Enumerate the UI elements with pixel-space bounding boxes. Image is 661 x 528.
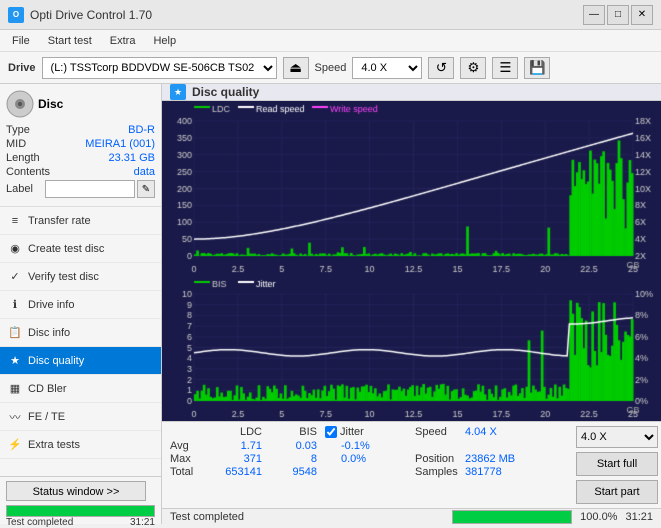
status-time: 31:21	[130, 517, 155, 528]
menu-help[interactable]: Help	[145, 33, 184, 49]
extra-tests-icon: ⚡	[8, 438, 22, 452]
label-edit-button[interactable]: ✎	[137, 180, 155, 198]
disc-info-icon: 📋	[8, 326, 22, 340]
disc-title: Disc	[38, 97, 63, 111]
col-ldc: LDC	[212, 426, 270, 438]
settings-button[interactable]: ⚙	[460, 57, 486, 79]
start-part-button[interactable]: Start part	[576, 480, 658, 504]
refresh-button[interactable]: ↺	[428, 57, 454, 79]
content-header: ★ Disc quality	[162, 84, 661, 101]
samples-value: 381778	[465, 466, 502, 478]
avg-ldc: 1.71	[212, 440, 270, 452]
start-full-button[interactable]: Start full	[576, 452, 658, 476]
position-value: 23862 MB	[465, 453, 515, 465]
action-buttons: 4.0 X 2.0 X 1.0 X 8.0 X Start full Start…	[573, 422, 661, 508]
nav-disc-info[interactable]: 📋 Disc info	[0, 319, 161, 347]
avg-bis: 0.03	[270, 440, 325, 452]
save-button[interactable]: 💾	[524, 57, 550, 79]
disc-label-row: Label ✎	[6, 180, 155, 198]
window-controls: — □ ✕	[583, 5, 653, 25]
drive-bar: Drive (L:) TSSTcorp BDDVDW SE-506CB TS02…	[0, 52, 661, 84]
title-bar: O Opti Drive Control 1.70 — □ ✕	[0, 0, 661, 30]
sidebar-status: Status window >> Test completed 31:21	[0, 476, 161, 524]
speed-label: Speed	[315, 62, 347, 74]
nav-verify-test-disc[interactable]: ✓ Verify test disc	[0, 263, 161, 291]
avg-label: Avg	[170, 440, 212, 452]
disc-section: Disc Type BD-R MID MEIRA1 (001) Length 2…	[0, 84, 161, 207]
eject-button[interactable]: ⏏	[283, 57, 309, 79]
main-content: Disc Type BD-R MID MEIRA1 (001) Length 2…	[0, 84, 661, 524]
drive-label: Drive	[8, 62, 36, 74]
menu-file[interactable]: File	[4, 33, 38, 49]
bottom-progress-fill	[453, 511, 571, 523]
sidebar: Disc Type BD-R MID MEIRA1 (001) Length 2…	[0, 84, 162, 524]
max-jitter: 0.0%	[325, 453, 415, 465]
nav-transfer-rate[interactable]: ≡ Transfer rate	[0, 207, 161, 235]
content-title: Disc quality	[192, 85, 259, 99]
status-text: Test completed	[6, 517, 73, 528]
app-title: Opti Drive Control 1.70	[30, 8, 152, 22]
stats-footer: LDC BIS Jitter Speed 4.04 X Avg 1.71 0.0…	[162, 421, 661, 508]
disc-length-row: Length 23.31 GB	[6, 152, 155, 164]
cd-bler-icon: ▦	[8, 382, 22, 396]
nav-disc-quality[interactable]: ★ Disc quality	[0, 347, 161, 375]
nav-drive-info[interactable]: ℹ Drive info	[0, 291, 161, 319]
disc-quality-icon: ★	[8, 354, 22, 368]
minimize-button[interactable]: —	[583, 5, 605, 25]
samples-label: Samples	[415, 466, 465, 478]
max-bis: 8	[270, 453, 325, 465]
max-label: Max	[170, 453, 212, 465]
menu-start-test[interactable]: Start test	[40, 33, 100, 49]
disc-type-row: Type BD-R	[6, 124, 155, 136]
bottom-status-time: 31:21	[625, 511, 653, 523]
speed-dropdown[interactable]: 4.0 X 2.0 X 1.0 X 8.0 X	[576, 426, 658, 448]
disc-icon	[6, 90, 34, 118]
verify-disc-icon: ✓	[8, 270, 22, 284]
nav-cd-bler[interactable]: ▦ CD Bler	[0, 375, 161, 403]
drive-info-icon: ℹ	[8, 298, 22, 312]
total-label: Total	[170, 466, 212, 478]
app-icon: O	[8, 7, 24, 23]
bottom-progress-bar	[452, 510, 572, 524]
sidebar-progress-bar	[6, 505, 155, 517]
speed-col-value: 4.04 X	[465, 426, 497, 438]
options-button[interactable]: ☰	[492, 57, 518, 79]
position-label: Position	[415, 453, 465, 465]
fe-te-icon: 〰	[8, 410, 22, 424]
col-jitter: Jitter	[340, 426, 364, 438]
transfer-rate-icon: ≡	[8, 214, 22, 228]
nav-create-test-disc[interactable]: ◉ Create test disc	[0, 235, 161, 263]
create-disc-icon: ◉	[8, 242, 22, 256]
menu-extra[interactable]: Extra	[102, 33, 144, 49]
avg-jitter: -0.1%	[325, 440, 415, 452]
total-bis: 9548	[270, 466, 325, 478]
bottom-status-bar: Test completed 100.0% 31:21	[162, 508, 661, 524]
nav-fe-te[interactable]: 〰 FE / TE	[0, 403, 161, 431]
disc-mid-row: MID MEIRA1 (001)	[6, 138, 155, 150]
speed-col-header: Speed	[415, 426, 465, 438]
disc-contents-row: Contents data	[6, 166, 155, 178]
stats-table: LDC BIS Jitter Speed 4.04 X Avg 1.71 0.0…	[162, 422, 573, 508]
bottom-status-percent: 100.0%	[580, 511, 617, 523]
status-window-button[interactable]: Status window >>	[6, 481, 146, 501]
speed-select[interactable]: 4.0 X	[352, 57, 422, 79]
col-bis: BIS	[270, 426, 325, 438]
bottom-status-text: Test completed	[170, 511, 444, 523]
jitter-checkbox[interactable]	[325, 426, 337, 438]
drive-select[interactable]: (L:) TSSTcorp BDDVDW SE-506CB TS02	[42, 57, 277, 79]
nav-section: ≡ Transfer rate ◉ Create test disc ✓ Ver…	[0, 207, 161, 476]
label-input[interactable]	[45, 180, 135, 198]
charts-area	[162, 101, 661, 421]
total-ldc: 653141	[212, 466, 270, 478]
max-ldc: 371	[212, 453, 270, 465]
menu-bar: File Start test Extra Help	[0, 30, 661, 52]
content-area: ★ Disc quality LDC BIS Jitter	[162, 84, 661, 524]
maximize-button[interactable]: □	[607, 5, 629, 25]
nav-extra-tests[interactable]: ⚡ Extra tests	[0, 431, 161, 459]
total-jitter	[325, 466, 415, 478]
sidebar-progress-fill	[7, 506, 154, 516]
content-icon: ★	[170, 84, 186, 100]
close-button[interactable]: ✕	[631, 5, 653, 25]
